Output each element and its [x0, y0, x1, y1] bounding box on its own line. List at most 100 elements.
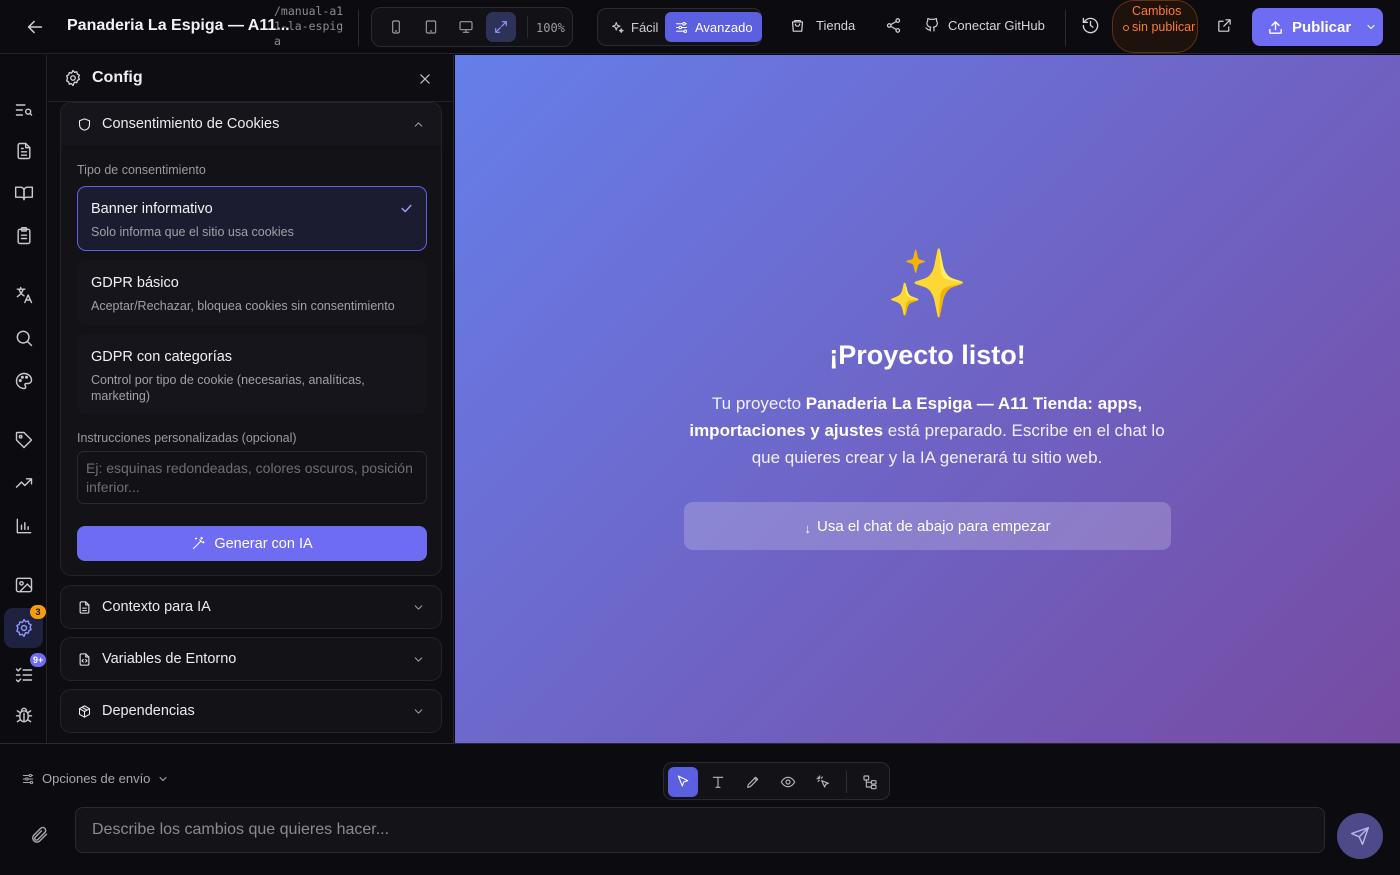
device-switcher: 100%: [371, 7, 573, 47]
hero-description: Tu proyecto Panaderia La Espiga — A11 Ti…: [677, 390, 1177, 471]
mobile-view-button[interactable]: [381, 12, 411, 42]
dependencies-section[interactable]: Dependencias: [60, 689, 442, 733]
upload-icon: [1267, 19, 1284, 36]
icon-rail: 3 9+: [0, 55, 47, 743]
clipboard-list-icon[interactable]: [12, 224, 36, 248]
mode-easy-label: Fácil: [631, 19, 659, 35]
pointer-click-icon[interactable]: [808, 767, 838, 797]
ai-context-section[interactable]: Contexto para IA: [60, 585, 442, 629]
eye-icon[interactable]: [773, 767, 803, 797]
hero-title: ¡Proyecto listo!: [829, 340, 1026, 370]
send-options-button[interactable]: Opciones de envío: [21, 771, 169, 786]
option-title: GDPR con categorías: [91, 349, 233, 365]
dependencies-header[interactable]: Dependencias: [61, 690, 441, 732]
top-bar: Panaderia La Espiga — A11... /manual-a11…: [0, 0, 1400, 54]
file-code-icon: [77, 652, 92, 667]
divider: [846, 771, 847, 793]
settings-gear-icon[interactable]: [12, 616, 36, 640]
tag-icon[interactable]: [12, 428, 36, 452]
custom-instructions-input[interactable]: Ej: esquinas redondeadas, colores oscuro…: [77, 451, 427, 504]
tablet-view-button[interactable]: [416, 12, 446, 42]
check-icon: [399, 201, 414, 216]
translate-icon[interactable]: [12, 283, 36, 307]
ai-context-title: Contexto para IA: [102, 599, 211, 615]
config-panel-header: Config: [48, 55, 453, 102]
mode-switcher: Fácil Avanzado: [597, 8, 762, 46]
image-icon[interactable]: [12, 573, 36, 597]
chevron-down-icon[interactable]: [412, 601, 425, 614]
bar-chart-icon[interactable]: [12, 514, 36, 538]
text-tool-icon[interactable]: [703, 767, 733, 797]
unsaved-changes-label: Cambios sin publicar: [1132, 4, 1196, 34]
store-button[interactable]: Tienda: [789, 17, 855, 34]
consent-option-banner[interactable]: Banner informativo Solo informa que el s…: [77, 186, 427, 251]
option-description: Control por tipo de cookie (necesarias, …: [91, 373, 365, 403]
open-external-button[interactable]: [1216, 17, 1233, 34]
store-label: Tienda: [816, 18, 856, 33]
chevron-down-icon[interactable]: [412, 653, 425, 666]
magic-wand-icon: [191, 536, 206, 551]
project-title[interactable]: Panaderia La Espiga — A11...: [67, 17, 290, 35]
consent-option-gdpr-categories[interactable]: GDPR con categorías Control por tipo de …: [77, 334, 427, 414]
bug-icon[interactable]: [12, 703, 36, 727]
palette-icon[interactable]: [12, 369, 36, 393]
document-icon: [77, 600, 92, 615]
status-dot-icon: [1123, 25, 1129, 31]
history-icon: [1081, 16, 1100, 35]
fullscreen-view-button[interactable]: [486, 12, 516, 42]
option-title: Banner informativo: [91, 201, 213, 217]
close-icon[interactable]: [418, 72, 432, 86]
desktop-view-button[interactable]: [451, 12, 481, 42]
unsaved-changes-badge[interactable]: Cambios sin publicar: [1112, 0, 1198, 53]
paperclip-icon[interactable]: [29, 825, 49, 845]
book-open-icon[interactable]: [12, 181, 36, 205]
cookie-consent-header[interactable]: Consentimiento de Cookies: [61, 103, 441, 145]
send-icon: [1350, 826, 1370, 846]
option-description: Aceptar/Rechazar, bloquea cookies sin co…: [91, 299, 395, 313]
generate-with-ai-button[interactable]: Generar con IA: [77, 526, 427, 561]
component-tree-icon[interactable]: [855, 767, 885, 797]
cookie-consent-section: Consentimiento de Cookies Tipo de consen…: [60, 102, 442, 576]
mode-advanced-label: Avanzado: [695, 19, 753, 35]
mode-advanced-button[interactable]: Avanzado: [665, 12, 762, 42]
ai-context-header[interactable]: Contexto para IA: [61, 586, 441, 628]
hero-chat-hint-label: Usa el chat de abajo para empezar: [817, 517, 1051, 535]
seo-search-icon[interactable]: [12, 98, 36, 122]
env-vars-title: Variables de Entorno: [102, 651, 237, 667]
task-list-icon[interactable]: [12, 663, 36, 687]
package-icon: [77, 704, 92, 719]
select-cursor-icon[interactable]: [668, 767, 698, 797]
consent-option-gdpr-basic[interactable]: GDPR básico Aceptar/Rechazar, bloquea co…: [77, 260, 427, 325]
file-text-icon[interactable]: [12, 139, 36, 163]
chevron-up-icon[interactable]: [412, 118, 425, 131]
publish-button[interactable]: Publicar: [1252, 8, 1383, 46]
github-icon: [924, 17, 940, 33]
pencil-icon[interactable]: [738, 767, 768, 797]
env-vars-header[interactable]: Variables de Entorno: [61, 638, 441, 680]
search-icon[interactable]: [12, 326, 36, 350]
env-vars-section[interactable]: Variables de Entorno: [60, 637, 442, 681]
external-link-icon: [1216, 17, 1233, 34]
shopping-bag-icon: [789, 17, 806, 34]
history-button[interactable]: [1081, 16, 1100, 35]
chevron-down-icon[interactable]: [1365, 21, 1377, 33]
send-button[interactable]: [1337, 813, 1383, 859]
connect-github-button[interactable]: Conectar GitHub: [924, 17, 1045, 33]
consent-type-label: Tipo de consentimiento: [77, 163, 206, 177]
connect-github-label: Conectar GitHub: [948, 17, 1045, 33]
trending-up-icon[interactable]: [12, 471, 36, 495]
option-description: Solo informa que el sitio usa cookies: [91, 225, 294, 239]
chevron-down-icon[interactable]: [412, 705, 425, 718]
divider: [527, 16, 528, 38]
chat-input[interactable]: Describe los cambios que quieres hacer..…: [75, 807, 1325, 853]
gear-icon: [64, 69, 82, 87]
hero-text-start: Tu proyecto: [711, 394, 806, 413]
mode-easy-button[interactable]: Fácil: [601, 12, 667, 42]
zoom-level[interactable]: 100%: [536, 21, 565, 35]
back-arrow-icon[interactable]: [24, 16, 46, 38]
settings-count-badge: 3: [30, 605, 46, 619]
share-button[interactable]: [885, 17, 902, 34]
down-arrow-icon: ↓: [804, 520, 812, 536]
config-panel: Config Consentimiento de Cookies Tipo de…: [48, 55, 454, 743]
option-title: GDPR básico: [91, 275, 179, 291]
